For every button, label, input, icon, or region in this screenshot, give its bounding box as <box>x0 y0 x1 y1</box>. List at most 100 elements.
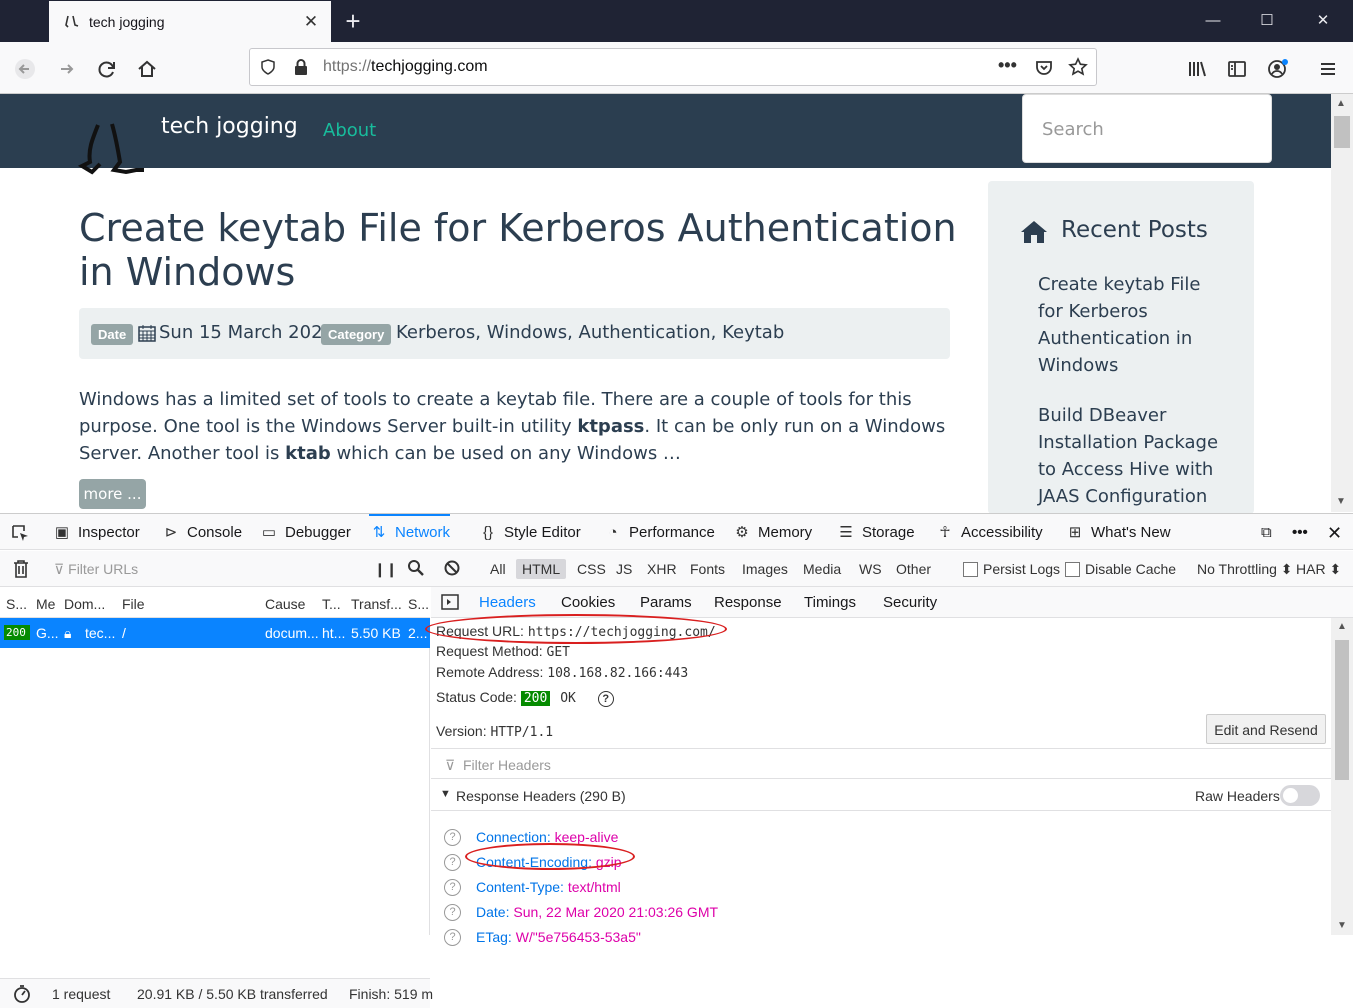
help-icon[interactable]: ? <box>597 691 614 707</box>
response-headers-section[interactable]: ▼ Response Headers (290 B) Raw Headers <box>431 779 1331 811</box>
column-cause[interactable]: Cause <box>265 596 305 612</box>
filter-html[interactable]: HTML <box>516 559 567 579</box>
post-categories[interactable]: Kerberos, Windows, Authentication, Keyta… <box>396 322 784 343</box>
site-name[interactable]: tech jogging <box>161 114 298 139</box>
tab-response[interactable]: Response <box>714 594 782 611</box>
filter-other[interactable]: Other <box>896 561 931 577</box>
filter-xhr[interactable]: XHR <box>647 561 677 577</box>
edit-and-resend-button[interactable]: Edit and Resend <box>1206 714 1326 744</box>
lock-icon[interactable] <box>293 58 309 81</box>
collapse-triangle-icon[interactable]: ▼ <box>440 788 451 800</box>
column-transferred[interactable]: Transf... <box>351 596 402 612</box>
toggle-panel-icon[interactable] <box>441 594 459 614</box>
close-tab-icon[interactable]: ✕ <box>299 12 323 32</box>
accessibility-icon: ☥ <box>939 524 951 541</box>
filter-js[interactable]: JS <box>616 561 632 577</box>
help-icon[interactable]: ? <box>444 879 461 896</box>
site-logo-icon[interactable] <box>77 120 150 180</box>
tab-memory[interactable]: ⚙ Memory <box>732 514 812 550</box>
more-button[interactable]: more ... <box>79 479 146 509</box>
help-icon[interactable]: ? <box>444 829 461 846</box>
table-row[interactable]: 200 G... 🔒︎ tec... / docum... ht... 5.50… <box>0 618 430 648</box>
post-title[interactable]: Create keytab File for Kerberos Authenti… <box>79 206 959 294</box>
filter-css[interactable]: CSS <box>577 561 606 577</box>
filter-media[interactable]: Media <box>803 561 841 577</box>
throttling-select[interactable]: No Throttling ⬍ <box>1197 561 1293 578</box>
tab-accessibility[interactable]: ☥ Accessibility <box>935 514 1042 550</box>
column-size[interactable]: S... <box>408 596 429 612</box>
tab-whats-new[interactable]: ⊞ What's New <box>1065 514 1171 550</box>
tab-debugger[interactable]: ▭ Debugger <box>259 514 351 550</box>
tab-security[interactable]: Security <box>883 594 937 611</box>
help-icon[interactable]: ? <box>444 854 461 871</box>
tab-timings[interactable]: Timings <box>804 594 856 611</box>
har-menu[interactable]: HAR ⬍ <box>1296 561 1341 578</box>
column-method[interactable]: Me <box>36 596 55 612</box>
help-icon[interactable]: ? <box>444 904 461 921</box>
column-type[interactable]: T... <box>322 596 341 612</box>
pause-icon[interactable]: ❙❙ <box>374 561 397 578</box>
help-icon[interactable]: ? <box>444 929 461 946</box>
address-bar[interactable]: https://techjogging.com ••• <box>249 48 1097 86</box>
site-search-input[interactable]: Search <box>1022 94 1272 163</box>
filter-fonts[interactable]: Fonts <box>690 561 725 577</box>
page-actions-icon[interactable]: ••• <box>998 55 1017 76</box>
block-icon[interactable] <box>443 559 461 580</box>
home-button[interactable] <box>131 52 163 84</box>
element-picker-icon[interactable] <box>10 514 30 550</box>
tracking-shield-icon[interactable] <box>259 58 277 81</box>
library-icon[interactable] <box>1181 52 1213 84</box>
trash-icon[interactable] <box>12 559 30 582</box>
close-window-button[interactable]: ✕ <box>1296 0 1350 42</box>
column-file[interactable]: File <box>122 596 145 612</box>
back-button[interactable] <box>9 52 41 84</box>
search-icon[interactable] <box>407 559 425 580</box>
tab-style-editor[interactable]: {} Style Editor <box>478 514 581 550</box>
scroll-down-icon[interactable]: ▼ <box>1337 920 1347 931</box>
tab-console[interactable]: ⊳ Console <box>161 514 242 550</box>
maximize-button[interactable]: ☐ <box>1240 0 1294 42</box>
scroll-up-icon[interactable]: ▲ <box>1336 98 1346 109</box>
filter-all[interactable]: All <box>490 561 506 577</box>
column-domain[interactable]: Dom... <box>64 596 105 612</box>
scroll-down-icon[interactable]: ▼ <box>1336 496 1346 507</box>
bookmark-star-icon[interactable] <box>1068 57 1088 82</box>
tab-params[interactable]: Params <box>640 594 692 611</box>
tab-performance[interactable]: ◔ Performance <box>603 514 714 550</box>
persist-logs-checkbox[interactable]: Persist Logs <box>963 561 1060 577</box>
filter-urls-input[interactable]: ⊽ Filter URLs <box>54 561 138 578</box>
tab-network[interactable]: ⇅ Network <box>369 514 451 550</box>
tab-storage[interactable]: ☰ Storage <box>836 514 914 550</box>
dock-side-icon[interactable]: ⧉ <box>1261 514 1272 550</box>
filter-ws[interactable]: WS <box>859 561 882 577</box>
tab-inspector[interactable]: ▣ Inspector <box>52 514 140 550</box>
page-scrollbar[interactable]: ▲ ▼ <box>1331 94 1353 512</box>
filter-headers-input[interactable]: ⊽ Filter Headers <box>431 748 1331 779</box>
browser-tab[interactable]: tech jogging ✕ <box>49 1 331 42</box>
scroll-up-icon[interactable]: ▲ <box>1337 621 1347 632</box>
tab-headers[interactable]: Headers <box>479 594 536 611</box>
reload-button[interactable] <box>91 52 123 84</box>
url-text[interactable]: https://techjogging.com <box>323 58 488 76</box>
scrollbar-thumb[interactable] <box>1335 640 1349 780</box>
pocket-icon[interactable] <box>1034 58 1054 83</box>
more-options-icon[interactable]: ••• <box>1292 514 1308 550</box>
forward-button[interactable] <box>51 52 83 84</box>
minimize-button[interactable]: — <box>1186 0 1240 42</box>
column-status[interactable]: S... <box>6 596 27 612</box>
scrollbar-thumb[interactable] <box>1334 116 1350 148</box>
menu-icon[interactable] <box>1312 52 1344 84</box>
details-scrollbar[interactable]: ▲ ▼ <box>1331 618 1353 935</box>
recent-post-link[interactable]: Create keytab File for Kerberos Authenti… <box>1038 271 1223 379</box>
raw-headers-toggle[interactable] <box>1280 785 1320 806</box>
close-devtools-icon[interactable]: ✕ <box>1327 514 1342 550</box>
new-tab-button[interactable]: + <box>340 6 366 36</box>
tab-cookies[interactable]: Cookies <box>561 594 615 611</box>
performance-analysis-icon[interactable] <box>13 985 31 1006</box>
filter-images[interactable]: Images <box>742 561 788 577</box>
sidebar-icon[interactable] <box>1221 52 1253 84</box>
account-icon[interactable] <box>1262 52 1294 84</box>
recent-post-link[interactable]: Build DBeaver Installation Package to Ac… <box>1038 402 1223 510</box>
nav-about-link[interactable]: About <box>323 120 376 141</box>
disable-cache-checkbox[interactable]: Disable Cache <box>1065 561 1176 577</box>
